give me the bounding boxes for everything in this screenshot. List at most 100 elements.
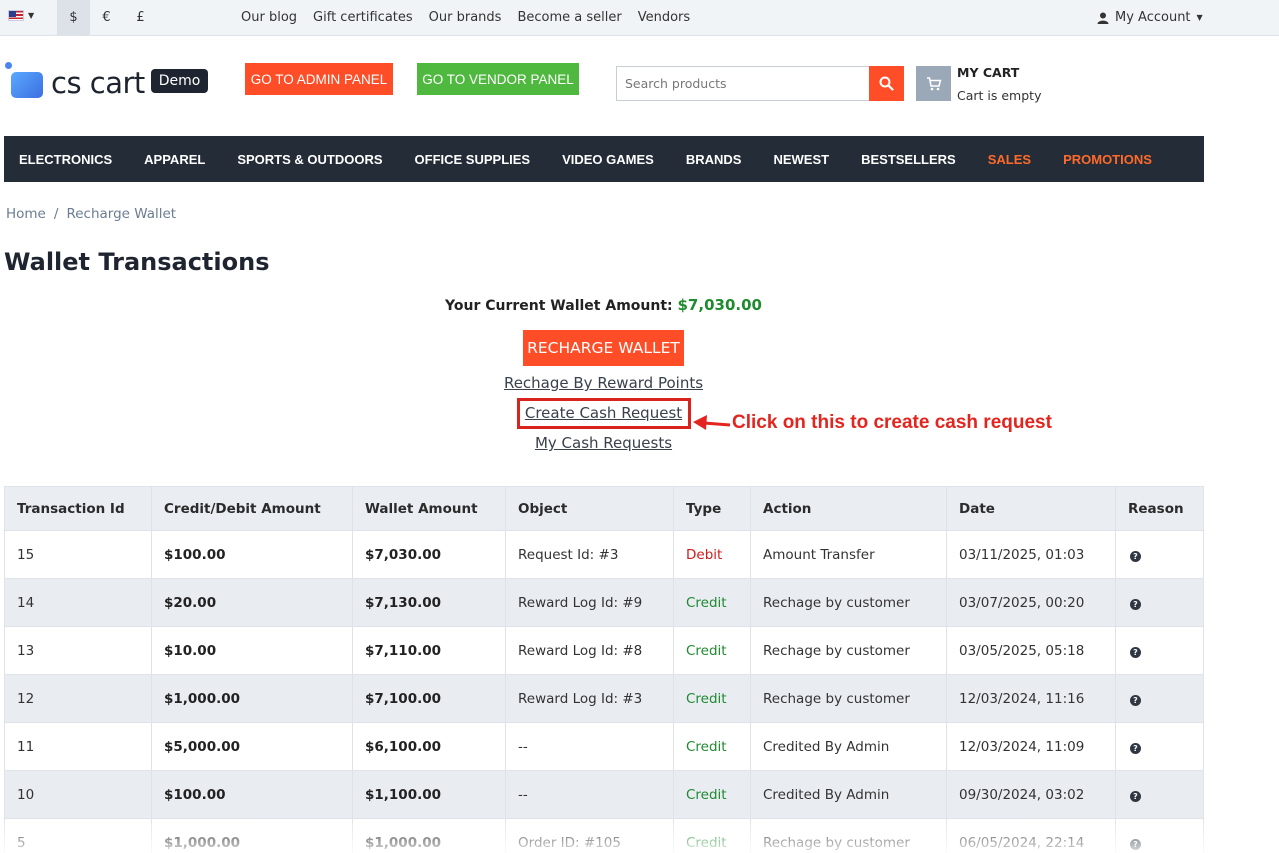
col-type: Type xyxy=(673,486,751,531)
cell-amount: $5,000.00 xyxy=(151,722,353,771)
cell-id: 11 xyxy=(4,722,152,771)
cell-type: Credit xyxy=(673,674,751,723)
table-row: 15 $100.00 $7,030.00 Request Id: #3 Debi… xyxy=(4,530,1204,579)
breadcrumb-separator: / xyxy=(53,206,59,222)
question-icon[interactable]: ? xyxy=(1130,790,1141,802)
table-row: 5 $1,000.00 $1,000.00 Order ID: #105 Cre… xyxy=(4,818,1204,853)
cell-amount: $10.00 xyxy=(151,626,353,675)
col-date: Date xyxy=(946,486,1116,531)
annotation-highlight-box xyxy=(517,398,691,429)
currency-eur[interactable]: € xyxy=(90,0,123,35)
recharge-by-reward-link[interactable]: Rechage By Reward Points xyxy=(0,374,1207,392)
page-title: Wallet Transactions xyxy=(4,248,270,276)
cell-object: Request Id: #3 xyxy=(505,530,674,579)
cell-amount: $20.00 xyxy=(151,578,353,627)
cell-wallet: $7,100.00 xyxy=(352,674,506,723)
cart-button[interactable] xyxy=(916,66,951,101)
nav-promotions[interactable]: PROMOTIONS xyxy=(1063,152,1152,167)
cell-id: 15 xyxy=(4,530,152,579)
cell-wallet: $1,100.00 xyxy=(352,770,506,819)
cell-type: Credit xyxy=(673,818,751,853)
language-selector[interactable]: ▼ xyxy=(8,10,34,21)
nav-brands[interactable]: BRANDS xyxy=(686,152,742,167)
cell-object: -- xyxy=(505,770,674,819)
currency-gbp[interactable]: £ xyxy=(124,0,157,35)
vendor-panel-button[interactable]: GO TO VENDOR PANEL xyxy=(417,63,579,95)
category-nav: ELECTRONICS APPAREL SPORTS & OUTDOORS OF… xyxy=(4,136,1204,182)
nav-electronics[interactable]: ELECTRONICS xyxy=(19,152,112,167)
cell-id: 13 xyxy=(4,626,152,675)
cell-date: 03/05/2025, 05:18 xyxy=(946,626,1116,675)
cell-object: Reward Log Id: #3 xyxy=(505,674,674,723)
nav-video-games[interactable]: VIDEO GAMES xyxy=(562,152,654,167)
col-transaction-id: Transaction Id xyxy=(4,486,152,531)
user-icon xyxy=(1097,12,1109,24)
cell-reason: ? xyxy=(1115,818,1204,853)
cell-type: Credit xyxy=(673,578,751,627)
recharge-wallet-button[interactable]: RECHARGE WALLET xyxy=(523,330,684,366)
annotation-text: Click on this to create cash request xyxy=(732,412,1052,433)
question-icon[interactable]: ? xyxy=(1130,646,1141,658)
search-button[interactable] xyxy=(869,66,904,101)
link-our-blog[interactable]: Our blog xyxy=(241,10,297,25)
cell-type: Credit xyxy=(673,626,751,675)
cell-reason: ? xyxy=(1115,626,1204,675)
search-input[interactable] xyxy=(616,66,869,101)
logo[interactable]: cs cart xyxy=(5,62,145,100)
my-account-menu[interactable]: My Account ▼ xyxy=(1097,10,1203,25)
breadcrumb-current: Recharge Wallet xyxy=(66,206,177,222)
chevron-down-icon: ▼ xyxy=(28,11,35,20)
question-icon[interactable]: ? xyxy=(1130,838,1141,850)
cell-reason: ? xyxy=(1115,674,1204,723)
link-our-brands[interactable]: Our brands xyxy=(429,10,502,25)
link-become-seller[interactable]: Become a seller xyxy=(517,10,621,25)
cell-id: 14 xyxy=(4,578,152,627)
question-icon[interactable]: ? xyxy=(1130,598,1141,610)
cell-amount: $1,000.00 xyxy=(151,674,353,723)
col-wallet-amount: Wallet Amount xyxy=(352,486,506,531)
nav-office-supplies[interactable]: OFFICE SUPPLIES xyxy=(415,152,531,167)
wallet-amount-label: Your Current Wallet Amount: xyxy=(445,298,673,314)
nav-sales[interactable]: SALES xyxy=(988,152,1031,167)
nav-sports-outdoors[interactable]: SPORTS & OUTDOORS xyxy=(237,152,382,167)
nav-apparel[interactable]: APPAREL xyxy=(144,152,205,167)
us-flag-icon xyxy=(8,10,24,21)
my-account-label: My Account xyxy=(1115,10,1191,25)
col-reason: Reason xyxy=(1115,486,1204,531)
search-icon xyxy=(879,76,894,91)
admin-panel-button[interactable]: GO TO ADMIN PANEL xyxy=(245,63,393,95)
table-row: 13 $10.00 $7,110.00 Reward Log Id: #8 Cr… xyxy=(4,626,1204,675)
breadcrumb-home[interactable]: Home xyxy=(6,206,46,222)
cell-amount: $1,000.00 xyxy=(151,818,353,853)
cell-reason: ? xyxy=(1115,722,1204,771)
cell-date: 03/07/2025, 00:20 xyxy=(946,578,1116,627)
question-icon[interactable]: ? xyxy=(1130,742,1141,754)
link-vendors[interactable]: Vendors xyxy=(638,10,690,25)
cell-id: 12 xyxy=(4,674,152,723)
cell-date: 09/30/2024, 03:02 xyxy=(946,770,1116,819)
table-row: 10 $100.00 $1,100.00 -- Credit Credited … xyxy=(4,770,1204,819)
table-row: 14 $20.00 $7,130.00 Reward Log Id: #9 Cr… xyxy=(4,578,1204,627)
cell-action: Amount Transfer xyxy=(750,530,947,579)
top-bar: ▼ $ € £ Our blog Gift certificates Our b… xyxy=(0,0,1279,36)
table-header-row: Transaction Id Credit/Debit Amount Walle… xyxy=(4,486,1204,531)
col-object: Object xyxy=(505,486,674,531)
cart-status: Cart is empty xyxy=(957,88,1042,103)
cell-action: Rechage by customer xyxy=(750,818,947,853)
cart-icon xyxy=(926,76,941,90)
currency-usd[interactable]: $ xyxy=(57,0,90,35)
my-cash-requests-link[interactable]: My Cash Requests xyxy=(0,434,1207,452)
nav-bestsellers[interactable]: BESTSELLERS xyxy=(861,152,956,167)
link-gift-certificates[interactable]: Gift certificates xyxy=(313,10,413,25)
demo-badge: Demo xyxy=(151,69,208,93)
cell-reason: ? xyxy=(1115,530,1204,579)
question-icon[interactable]: ? xyxy=(1130,550,1141,562)
annotation-arrow-icon xyxy=(693,415,731,430)
top-links: Our blog Gift certificates Our brands Be… xyxy=(241,10,690,25)
cart-title[interactable]: MY CART xyxy=(957,65,1019,80)
cell-action: Credited By Admin xyxy=(750,722,947,771)
cell-reason: ? xyxy=(1115,770,1204,819)
cell-date: 03/11/2025, 01:03 xyxy=(946,530,1116,579)
question-icon[interactable]: ? xyxy=(1130,694,1141,706)
nav-newest[interactable]: NEWEST xyxy=(773,152,829,167)
